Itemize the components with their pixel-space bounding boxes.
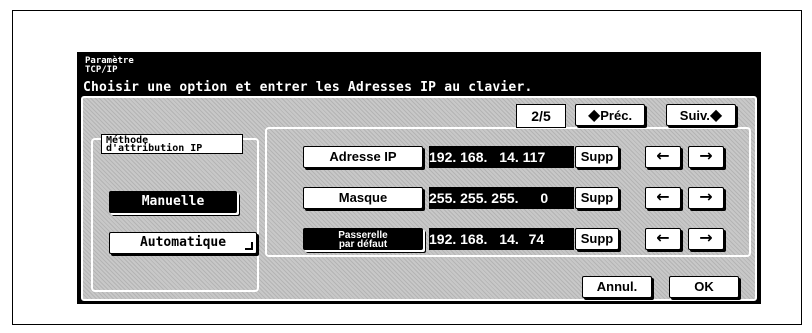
gateway-left-button[interactable]: ←: [645, 228, 681, 250]
automatic-button[interactable]: Automatique: [109, 232, 257, 254]
octet-2: 255.: [460, 190, 488, 206]
next-button-label: Suiv.: [679, 108, 710, 123]
octet-3: 14.: [499, 231, 519, 247]
ip-address-button[interactable]: Adresse IP: [303, 146, 423, 168]
left-arrow-icon: ←: [656, 146, 670, 165]
octet-4: 0: [540, 190, 549, 206]
corner-mark-icon: [245, 242, 253, 250]
supp-label: Supp: [580, 231, 614, 246]
right-arrow-icon: →: [699, 228, 713, 247]
mask-label: Masque: [338, 190, 388, 205]
prev-button-label: Préc.: [600, 108, 633, 123]
screen-title-line2: TCP/IP: [85, 65, 118, 75]
gateway-label-line2: par défaut: [338, 239, 388, 250]
octet-2: 168.: [460, 231, 488, 247]
panel-screen: Paramètre TCP/IP Choisir une option et e…: [77, 52, 761, 304]
method-group: [91, 138, 259, 292]
gateway-supp-button[interactable]: Supp: [575, 228, 619, 250]
page-frame: Paramètre TCP/IP Choisir une option et e…: [12, 10, 802, 325]
manual-button-label: Manuelle: [141, 194, 205, 209]
mask-right-button[interactable]: →: [688, 187, 724, 209]
mask-button[interactable]: Masque: [303, 187, 423, 209]
cancel-button[interactable]: Annul.: [582, 276, 652, 298]
ip-address-field[interactable]: 192. 168. 14. 117: [429, 146, 574, 168]
octet-1: 192.: [429, 231, 457, 247]
instruction-text: Choisir une option et entrer les Adresse…: [83, 80, 533, 95]
page-indicator: 2/5: [516, 104, 566, 128]
ip-address-label: Adresse IP: [329, 149, 397, 164]
method-label-line2: d'attribution IP: [106, 143, 203, 154]
ip-address-left-button[interactable]: ←: [645, 146, 681, 168]
ip-address-right-button[interactable]: →: [688, 146, 724, 168]
prev-button[interactable]: ◆Préc.: [575, 104, 645, 126]
octet-4: 117: [522, 149, 546, 165]
cancel-button-label: Annul.: [596, 279, 638, 294]
octet-1: 192.: [429, 149, 457, 165]
right-arrow-icon: →: [699, 146, 713, 165]
right-triangle-icon: ◆: [709, 105, 723, 124]
mask-left-button[interactable]: ←: [645, 187, 681, 209]
automatic-button-label: Automatique: [139, 235, 227, 250]
gateway-button[interactable]: Passerelle par défaut: [303, 228, 423, 250]
ok-button[interactable]: OK: [669, 276, 739, 298]
ip-address-supp-button[interactable]: Supp: [575, 146, 619, 168]
octet-2: 168.: [460, 149, 488, 165]
gateway-field[interactable]: 192. 168. 14. 74: [429, 228, 574, 250]
gateway-right-button[interactable]: →: [688, 228, 724, 250]
mask-field[interactable]: 255. 255. 255. 0: [429, 187, 574, 209]
octet-3: 255.: [491, 190, 519, 206]
supp-label: Supp: [580, 149, 614, 164]
next-button[interactable]: Suiv.◆: [666, 104, 736, 126]
octet-4: 74: [528, 231, 545, 247]
manual-button[interactable]: Manuelle: [109, 191, 237, 213]
method-label: Méthode d'attribution IP: [101, 134, 243, 154]
left-triangle-icon: ◆: [587, 105, 601, 124]
octet-3: 14.: [499, 149, 519, 165]
screen-title: Paramètre TCP/IP: [85, 57, 134, 75]
supp-label: Supp: [580, 190, 614, 205]
left-arrow-icon: ←: [656, 187, 670, 206]
left-arrow-icon: ←: [656, 228, 670, 247]
mask-supp-button[interactable]: Supp: [575, 187, 619, 209]
octet-1: 255.: [429, 190, 457, 206]
ok-button-label: OK: [694, 279, 714, 294]
right-arrow-icon: →: [699, 187, 713, 206]
